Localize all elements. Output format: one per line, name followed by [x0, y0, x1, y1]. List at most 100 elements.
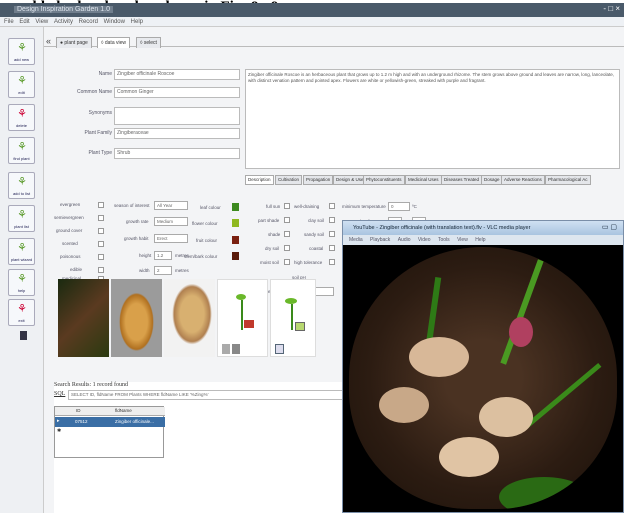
min-temp-input[interactable]: 0: [388, 202, 410, 211]
part-shade-checkbox[interactable]: [284, 217, 290, 223]
collapse-sidebar-icon[interactable]: «: [46, 36, 51, 46]
tab-dosage[interactable]: Dosage: [481, 175, 503, 185]
menu-view[interactable]: View: [35, 19, 48, 25]
menu-file[interactable]: File: [4, 19, 14, 25]
animation-frame-1[interactable]: [217, 279, 268, 357]
high-tolerance-checkbox[interactable]: [329, 259, 335, 265]
search-results-panel: Search Results: 1 record found SQL SELEC…: [54, 382, 385, 513]
plant-photo-ginger-root[interactable]: [164, 279, 215, 357]
stop-button[interactable]: [232, 344, 240, 354]
animation-frame-2[interactable]: [270, 279, 316, 357]
plant-delete-icon: ⚘: [17, 108, 27, 120]
vlc-menu-audio[interactable]: Audio: [398, 237, 411, 243]
plant-list-button[interactable]: ⚘ plant list: [8, 205, 35, 232]
app-title: Design Inspiration Garden 1.0: [14, 6, 113, 13]
edible-checkbox[interactable]: [98, 267, 104, 273]
plant-wizard-button[interactable]: ⚘ plant wizard: [8, 238, 35, 265]
tab-plant-page[interactable]: ● plant page: [56, 37, 92, 48]
tab-design-use[interactable]: Design & Use: [333, 175, 367, 185]
vlc-menu-playback[interactable]: Playback: [370, 237, 390, 243]
save-icon[interactable]: [20, 331, 27, 340]
coastal-checkbox[interactable]: [329, 245, 335, 251]
col-name-header[interactable]: fldName: [115, 408, 132, 413]
evergreen-checkbox[interactable]: [98, 202, 104, 208]
growth-rate-select[interactable]: Medium: [154, 217, 188, 226]
plant-icon: ⚘: [17, 242, 27, 254]
menu-activity[interactable]: Activity: [54, 19, 73, 25]
ground-cover-label: ground cover: [56, 228, 83, 233]
common-name-field[interactable]: Common Ginger: [114, 87, 240, 98]
col-id-header[interactable]: ID: [76, 408, 81, 413]
find-plant-button[interactable]: ⚘ find plant: [8, 137, 35, 164]
tab-select[interactable]: ◊ select: [136, 37, 161, 48]
shade-checkbox[interactable]: [284, 231, 290, 237]
width-input[interactable]: 2: [154, 266, 172, 275]
vlc-menu-media[interactable]: Media: [349, 237, 363, 243]
menu-edit[interactable]: Edit: [19, 19, 29, 25]
scented-checkbox[interactable]: [98, 241, 104, 247]
add-new-button[interactable]: ⚘ add new: [8, 38, 35, 65]
plant-family-select[interactable]: Zingiberaceae: [114, 128, 240, 139]
play-icon[interactable]: [295, 322, 305, 331]
table-row[interactable]: ▸ 07512 Zingiber officinale...: [55, 417, 165, 427]
tab-cultivation[interactable]: Cultivation: [275, 175, 303, 185]
plant-type-select[interactable]: Shrub: [114, 148, 240, 159]
plant-icon: ⚘: [17, 42, 27, 54]
sidebar-toolbar: ⚘ add new ⚘ edit ⚘ delete ⚘ find plant ⚘ add …: [0, 27, 44, 513]
poisonous-checkbox[interactable]: [98, 254, 104, 260]
play-button[interactable]: [222, 344, 230, 354]
tab-description[interactable]: Description: [245, 175, 274, 185]
tab-diseases-treated[interactable]: Diseases Treated: [441, 175, 483, 185]
season-select[interactable]: All Year: [154, 201, 188, 210]
poisonous-label: poisonous: [60, 254, 81, 259]
flower-colour-swatch[interactable]: [232, 219, 239, 227]
moist-soil-checkbox[interactable]: [284, 259, 290, 265]
edit-button[interactable]: ⚘ edit: [8, 71, 35, 98]
vlc-menu-video[interactable]: Video: [418, 237, 431, 243]
leaf-colour-swatch[interactable]: [232, 203, 239, 211]
sql-input[interactable]: SELECT ID, fldName FROM Plants WHERE fld…: [68, 390, 381, 400]
vlc-menu-help[interactable]: Help: [475, 237, 485, 243]
menu-window[interactable]: Window: [104, 19, 125, 25]
height-input[interactable]: 1.2: [154, 251, 172, 260]
name-field[interactable]: Zingiber officinale Roscoe: [114, 69, 240, 80]
vlc-window-controls[interactable]: ▭ ▢: [602, 221, 617, 235]
vlc-menu-tools[interactable]: Tools: [438, 237, 450, 243]
help-button[interactable]: ⚘ help: [8, 269, 35, 296]
new-row-icon[interactable]: ✱: [57, 428, 61, 434]
record-icon[interactable]: [244, 320, 254, 328]
vlc-menu-bar: Media Playback Audio Video Tools View He…: [343, 235, 623, 245]
synonyms-label: Synonyms: [88, 110, 112, 116]
stem-colour-swatch[interactable]: [232, 252, 239, 260]
window-controls[interactable]: - □ ×: [603, 4, 620, 13]
plant-photo-leaves[interactable]: [58, 279, 109, 357]
video-frame[interactable]: [349, 247, 617, 509]
ground-cover-checkbox[interactable]: [98, 228, 104, 234]
growth-habit-select[interactable]: Erect: [154, 234, 188, 243]
fruit-colour-swatch[interactable]: [232, 236, 239, 244]
tab-data-view[interactable]: ◊ data view: [97, 37, 130, 48]
tab-phytoconstituents[interactable]: Phytoconstituents: [363, 175, 405, 185]
tab-pharmacological[interactable]: Pharmacological Ac: [545, 175, 591, 185]
name-label: Name: [98, 71, 112, 77]
sandy-soil-checkbox[interactable]: [329, 231, 335, 237]
tab-adverse-reactions[interactable]: Adverse Reactions: [501, 175, 545, 185]
add-to-list-button[interactable]: ⚘ add to list: [8, 172, 35, 199]
vlc-menu-view[interactable]: View: [457, 237, 468, 243]
menu-help[interactable]: Help: [131, 19, 143, 25]
next-button[interactable]: [275, 344, 284, 354]
exit-button[interactable]: ⚘ exit: [8, 299, 35, 326]
dry-soil-checkbox[interactable]: [284, 245, 290, 251]
synonyms-field[interactable]: [114, 107, 240, 125]
clay-soil-checkbox[interactable]: [329, 217, 335, 223]
tab-propagation[interactable]: Propagation: [303, 175, 334, 185]
description-text[interactable]: Zingiber officinale Roscoe is an herbace…: [245, 69, 620, 169]
well-draining-checkbox[interactable]: [329, 203, 335, 209]
tab-medicinal-uses[interactable]: Medicinal Uses: [405, 175, 442, 185]
semievergreen-checkbox[interactable]: [98, 215, 104, 221]
plant-photo-rhizome[interactable]: [111, 279, 162, 357]
delete-button[interactable]: ⚘ delete: [8, 104, 35, 131]
menu-bar: File Edit View Activity Record Window He…: [0, 17, 624, 27]
full-sun-checkbox[interactable]: [284, 203, 290, 209]
menu-record[interactable]: Record: [79, 19, 98, 25]
